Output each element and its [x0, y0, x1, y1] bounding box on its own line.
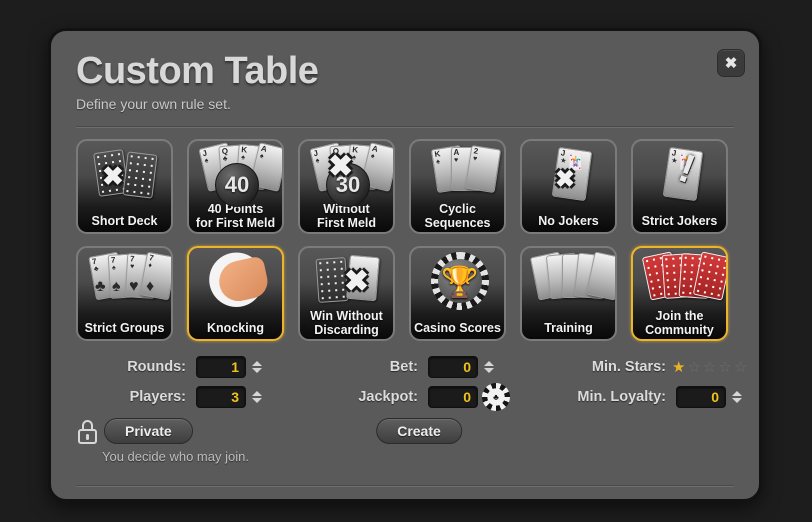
rule-tile-without-first-meld[interactable]: J ♠ Q ♣ K ♠ A ♠ 30 ✖ Without First Meld: [298, 139, 395, 234]
tile-label: Win Without Discarding: [310, 309, 383, 337]
x-icon: ✖: [102, 161, 124, 191]
bet-stepper[interactable]: [482, 361, 495, 373]
rounds-stepper[interactable]: [250, 361, 263, 373]
bet-label: Bet:: [389, 359, 418, 375]
rounds-field: Rounds: 1: [76, 355, 308, 379]
rule-tile-cyclic-sequences[interactable]: K ♠ A ♥ 2 ♥ Cyclic Sequences: [409, 139, 506, 234]
tile-label: No Jokers: [538, 213, 599, 228]
page-subtitle: Define your own rule set.: [76, 96, 231, 112]
tile-label: Cyclic Sequences: [424, 202, 491, 230]
rule-tile-strict-groups[interactable]: 7 ♣ ♣ 7 ♠ ♠ 7 ♥ ♥ 7 ♦ ♦ Strict Groups: [76, 246, 173, 341]
footer-divider: [76, 485, 734, 487]
tile-artwork: 🏆: [411, 248, 504, 316]
poker-chip-icon[interactable]: [482, 383, 510, 411]
tile-label: Knocking: [207, 320, 264, 335]
players-input[interactable]: 3: [196, 386, 246, 408]
jackpot-label: Jackpot:: [358, 389, 418, 405]
star-icon[interactable]: ☆: [718, 360, 731, 375]
x-icon: ✖: [344, 265, 370, 298]
suit-glyph: ♣: [95, 278, 106, 295]
tile-label: Join the Community: [645, 309, 714, 337]
create-button[interactable]: Create: [376, 418, 462, 444]
players-label: Players:: [129, 389, 186, 405]
tile-label: Training: [544, 320, 593, 335]
bet-input[interactable]: 0: [428, 356, 478, 378]
rule-tile-training[interactable]: Training: [520, 246, 617, 341]
rule-tile-casino-scores[interactable]: 🏆 Casino Scores: [409, 246, 506, 341]
tile-artwork: J ♠ Q ♣ K ♠ A ♠ 30 ✖: [300, 141, 393, 209]
min-stars-label: Min. Stars:: [591, 359, 666, 375]
tile-artwork: J ★ 🃏 ✖: [522, 141, 615, 209]
points-badge: 40: [215, 163, 259, 207]
rule-tile-40-points-for-first-meld[interactable]: J ♠ Q ♣ K ♠ A ♠ 40 40 Points for First Meld: [187, 139, 284, 234]
footer-actions: Private Create: [76, 418, 734, 444]
x-icon: ✖: [555, 166, 576, 193]
header-divider: [76, 126, 734, 128]
star-icon[interactable]: ★: [672, 360, 685, 375]
players-stepper[interactable]: [250, 391, 263, 403]
rule-tile-win-without-discarding[interactable]: ✖ Win Without Discarding: [298, 246, 395, 341]
star-icon[interactable]: ☆: [703, 360, 716, 375]
players-field: Players: 3: [76, 385, 308, 409]
tile-label: 40 Points for First Meld: [195, 202, 276, 230]
lock-icon: [78, 420, 97, 444]
min-loyalty-input[interactable]: 0: [676, 386, 726, 408]
star-icon[interactable]: ☆: [687, 360, 700, 375]
min-loyalty-stepper[interactable]: [730, 391, 743, 403]
rule-tile-no-jokers[interactable]: J ★ 🃏 ✖ No Jokers: [520, 139, 617, 234]
playing-card: 2 ♥: [464, 144, 501, 194]
bet-field: Bet: 0: [308, 355, 538, 379]
tile-artwork: [189, 248, 282, 316]
tile-artwork: J ♠ Q ♣ K ♠ A ♠ 40: [189, 141, 282, 209]
custom-table-dialog: Custom Table Define your own rule set. ✖…: [48, 28, 762, 502]
tile-artwork: ✖: [300, 248, 393, 316]
rounds-input[interactable]: 1: [196, 356, 246, 378]
tile-label: Strict Groups: [84, 320, 165, 335]
rule-tile-short-deck[interactable]: ✖ Short Deck: [76, 139, 173, 234]
rule-tile-knocking[interactable]: Knocking: [187, 246, 284, 341]
tile-artwork: [522, 248, 615, 316]
suit-glyph: ♦: [146, 278, 155, 295]
rule-tile-grid: ✖ Short Deck J ♠ Q ♣ K ♠ A ♠ 40 40 Points for First …: [76, 139, 734, 341]
jackpot-input[interactable]: 0: [428, 386, 478, 408]
suit-glyph: ♥: [129, 278, 139, 295]
suit-glyph: ♠: [112, 278, 121, 295]
privacy-hint: You decide who may join.: [102, 449, 249, 464]
tile-artwork: [633, 248, 726, 316]
x-icon: ✖: [328, 150, 354, 183]
screen: Custom Table Define your own rule set. ✖…: [0, 0, 812, 522]
min-stars-field: Min. Stars: ★ ☆ ☆ ☆ ☆: [538, 355, 747, 379]
tile-label: Casino Scores: [414, 320, 501, 335]
close-icon[interactable]: ✖: [717, 49, 745, 77]
tile-artwork: 7 ♣ ♣ 7 ♠ ♠ 7 ♥ ♥ 7 ♦ ♦: [78, 248, 171, 316]
rounds-label: Rounds:: [127, 359, 186, 375]
tile-artwork: ✖: [78, 141, 171, 209]
controls-grid: Rounds: 1 Bet: 0 Min. Stars: ★☆☆☆☆ P: [76, 355, 747, 411]
playing-card: [122, 151, 158, 199]
rule-tile-join-the-community[interactable]: Join the Community: [631, 246, 728, 341]
min-loyalty-field: Min. Loyalty: 0: [538, 385, 747, 409]
page-title: Custom Table: [76, 50, 319, 92]
min-loyalty-label: Min. Loyalty:: [577, 389, 666, 405]
tile-label: Short Deck: [91, 213, 158, 228]
rule-tile-strict-jokers[interactable]: J ★ 🃏! Strict Jokers: [631, 139, 728, 234]
jackpot-field: Jackpot: 0: [308, 383, 538, 411]
tile-artwork: K ♠ A ♥ 2 ♥: [411, 141, 504, 209]
trophy-icon: 🏆: [441, 265, 479, 299]
tile-label: Strict Jokers: [641, 213, 718, 228]
min-stars-rating[interactable]: ★ ☆ ☆ ☆ ☆: [672, 360, 747, 375]
tile-label: Without First Meld: [316, 202, 377, 230]
star-icon[interactable]: ☆: [734, 360, 747, 375]
private-button[interactable]: Private: [104, 418, 193, 444]
tile-artwork: J ★ 🃏!: [633, 141, 726, 209]
